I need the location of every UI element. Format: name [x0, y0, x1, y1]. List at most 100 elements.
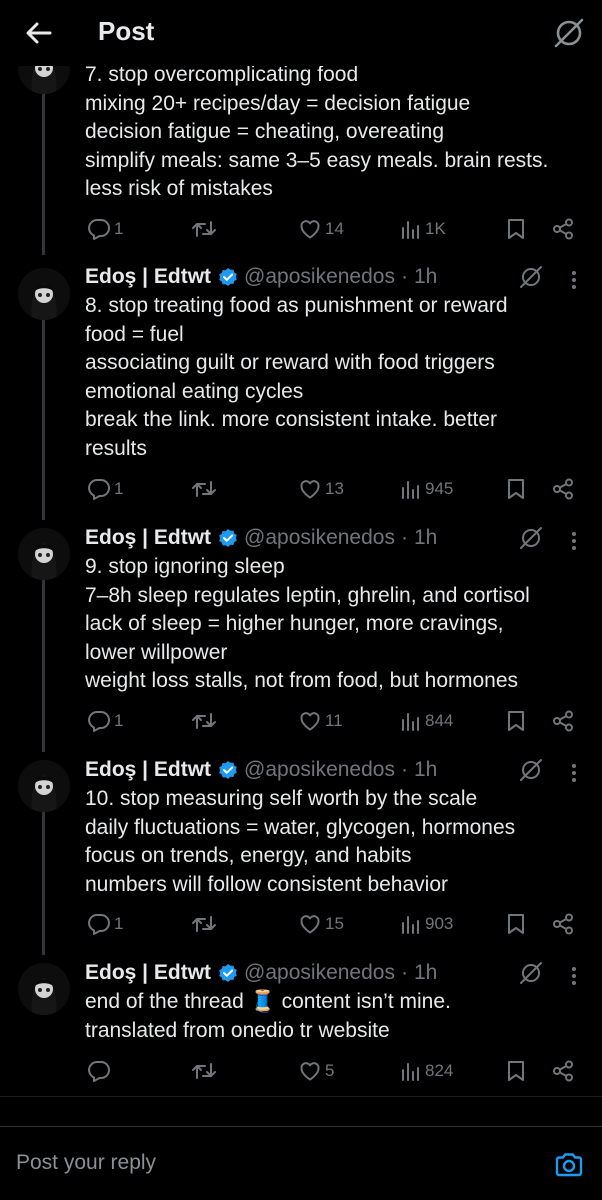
verified-badge-icon: [218, 528, 238, 548]
author-name[interactable]: Edoş | Edtwt: [85, 526, 211, 550]
like-count: 5: [325, 1061, 335, 1080]
grok-icon[interactable]: [518, 960, 544, 986]
view-count: 824: [425, 1061, 454, 1080]
grok-icon[interactable]: [518, 525, 544, 551]
view-count: 844: [425, 711, 454, 730]
reply-count: 1: [114, 219, 124, 238]
views-button[interactable]: 945: [400, 474, 453, 504]
timestamp[interactable]: 1h: [414, 265, 437, 289]
author-name[interactable]: Edoş | Edtwt: [85, 265, 211, 289]
camera-icon[interactable]: [553, 1149, 585, 1181]
more-icon[interactable]: [566, 529, 582, 553]
more-icon[interactable]: [566, 964, 582, 988]
reply-count: 1: [114, 914, 124, 933]
author-name[interactable]: Edoş | Edtwt: [85, 758, 211, 782]
bookmark-button[interactable]: [505, 909, 527, 939]
timestamp[interactable]: 1h: [414, 758, 437, 782]
view-count: 945: [425, 479, 454, 498]
more-icon[interactable]: [566, 761, 582, 785]
back-arrow-icon[interactable]: [24, 18, 54, 48]
avatar[interactable]: [18, 963, 70, 1015]
post-line: associating guilt or reward with food tr…: [85, 351, 495, 374]
timestamp[interactable]: 1h: [414, 526, 437, 550]
reply-button[interactable]: 1: [87, 214, 123, 244]
author-handle[interactable]: @aposikenedos: [244, 758, 395, 782]
page-title: Post: [98, 16, 155, 46]
post-line: simplify meals: same 3–5 easy meals. bra…: [85, 148, 549, 172]
view-count: 1K: [425, 219, 446, 238]
avatar[interactable]: [18, 760, 70, 812]
views-icon: [402, 221, 419, 239]
author-handle[interactable]: @aposikenedos: [244, 961, 395, 985]
post-line: numbers will follow consistent behavior: [85, 872, 448, 896]
post-line: daily fluctuations = water, glycogen, ho…: [85, 815, 516, 839]
views-button[interactable]: 903: [400, 909, 453, 939]
share-button[interactable]: [551, 706, 575, 736]
like-button[interactable]: 15: [298, 909, 344, 939]
repost-icon: [192, 916, 216, 932]
grok-icon[interactable]: [518, 264, 544, 290]
repost-button[interactable]: [191, 909, 220, 939]
like-button[interactable]: 5: [298, 1056, 334, 1086]
author-name[interactable]: Edoş | Edtwt: [85, 961, 211, 985]
bookmark-icon: [508, 479, 524, 499]
bookmark-button[interactable]: [505, 706, 527, 736]
grok-icon[interactable]: [518, 757, 544, 783]
reply-icon: [88, 1061, 110, 1082]
share-button[interactable]: [551, 474, 575, 504]
author-handle[interactable]: @aposikenedos: [244, 265, 395, 289]
repost-icon: [192, 221, 216, 237]
separator-dot: ·: [400, 265, 408, 288]
share-button[interactable]: [551, 214, 575, 244]
post-header: Edoş | Edtwt @aposikenedos · 1h: [85, 959, 437, 987]
post-actions: 1 14 1K: [85, 214, 585, 244]
view-count: 903: [425, 914, 454, 933]
bookmark-button[interactable]: [505, 214, 527, 244]
reply-button[interactable]: 1: [87, 474, 123, 504]
reply-button[interactable]: [87, 1056, 114, 1086]
views-button[interactable]: 824: [400, 1056, 453, 1086]
repost-icon: [192, 1063, 216, 1079]
share-button[interactable]: [551, 1056, 575, 1086]
post-line: weight loss stalls, not from food, but h…: [85, 669, 519, 692]
thread-line: [42, 812, 45, 955]
avatar[interactable]: [18, 528, 70, 580]
like-icon: [300, 712, 320, 731]
bookmark-button[interactable]: [505, 474, 527, 504]
avatar[interactable]: [18, 268, 70, 320]
like-button[interactable]: 14: [298, 214, 344, 244]
reply-bar: Post your reply: [0, 1126, 602, 1200]
author-handle[interactable]: @aposikenedos: [244, 526, 395, 550]
reply-count: 1: [114, 711, 124, 730]
more-icon[interactable]: [566, 268, 582, 292]
post-line: decision fatigue = cheating, overeating: [85, 120, 444, 143]
verified-badge-icon: [218, 760, 238, 780]
share-button[interactable]: [551, 909, 575, 939]
repost-button[interactable]: [191, 474, 220, 504]
like-button[interactable]: 11: [298, 706, 343, 736]
bookmark-icon: [508, 914, 524, 934]
post-text: 7. stop overcomplicating food mixing 20+…: [85, 61, 585, 204]
timestamp[interactable]: 1h: [414, 961, 437, 985]
views-button[interactable]: 1K: [400, 214, 446, 244]
like-button[interactable]: 13: [298, 474, 344, 504]
reply-button[interactable]: 1: [87, 706, 123, 736]
post-line: translated from onedio tr website: [85, 1018, 390, 1042]
bookmark-button[interactable]: [505, 1056, 527, 1086]
reply-button[interactable]: 1: [87, 909, 123, 939]
repost-button[interactable]: [191, 1056, 220, 1086]
repost-button[interactable]: [191, 706, 220, 736]
post-line: 8. stop treating food as punishment or r…: [85, 294, 508, 317]
grok-icon[interactable]: [552, 16, 586, 50]
views-button[interactable]: 844: [400, 706, 453, 736]
post-actions: 1 11 844: [85, 706, 585, 736]
post-header: Edoş | Edtwt @aposikenedos · 1h: [85, 263, 437, 291]
reply-icon: [88, 711, 110, 732]
reply-input[interactable]: Post your reply: [16, 1151, 156, 1175]
repost-button[interactable]: [191, 214, 220, 244]
verified-badge-icon: [218, 963, 238, 983]
post-actions: 1 15 903: [85, 909, 585, 939]
like-icon: [300, 220, 320, 239]
verified-badge-icon: [218, 267, 238, 287]
like-icon: [300, 915, 320, 934]
